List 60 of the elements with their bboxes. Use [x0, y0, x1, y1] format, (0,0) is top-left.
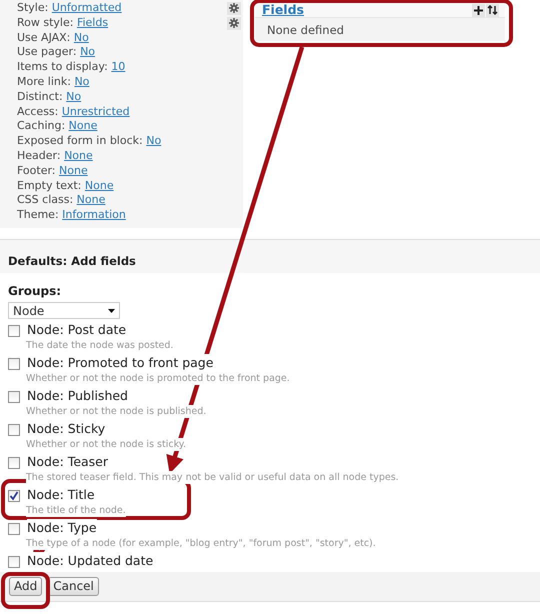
field-description: The title of the node.: [26, 504, 126, 517]
setting-link[interactable]: None: [59, 164, 88, 179]
checkbox[interactable]: [8, 490, 20, 502]
empty-text: None defined: [266, 22, 345, 39]
field-description: Whether or not the node is sticky.: [26, 438, 186, 451]
cancel-button[interactable]: Cancel: [48, 577, 99, 596]
checkbox[interactable]: [8, 456, 20, 468]
setting-label: CSS class:: [17, 193, 74, 208]
setting-label: Use pager:: [17, 45, 78, 60]
setting-link[interactable]: None: [76, 193, 106, 208]
setting-label: Items to display:: [17, 60, 109, 75]
field-description: The type of a node (for example, "blog entry", "forum post", "story", etc).: [26, 537, 376, 550]
setting-link[interactable]: No: [74, 74, 90, 90]
panel-title-link[interactable]: Fields: [255, 0, 304, 20]
setting-label: Access:: [17, 104, 60, 120]
field-description: Whether or not the node is promoted to the front page.: [26, 372, 290, 385]
field-description: Whether or not the node is published.: [26, 405, 206, 418]
setting-label: Theme:: [17, 208, 60, 223]
setting-label: Distinct:: [17, 90, 64, 105]
setting-label: Row style:: [17, 16, 74, 31]
checkbox[interactable]: [8, 424, 20, 436]
field-description: The date the node was posted.: [26, 339, 174, 352]
field-option-label[interactable]: Node: Promoted to front page: [27, 354, 214, 373]
add-icon[interactable]: [472, 4, 485, 16]
setting-label: Empty text:: [17, 178, 82, 194]
setting-link[interactable]: No: [66, 90, 82, 105]
setting-link[interactable]: Unrestricted: [62, 104, 130, 120]
setting-link[interactable]: No: [146, 134, 162, 149]
setting-label: More link:: [17, 74, 72, 90]
checkbox[interactable]: [8, 556, 20, 568]
checkbox[interactable]: [8, 522, 20, 534]
setting-link[interactable]: Information: [62, 208, 126, 223]
setting-label: Caching:: [17, 119, 66, 134]
checkbox[interactable]: [8, 324, 20, 336]
setting-link[interactable]: Fields: [76, 16, 108, 31]
settings-icon[interactable]: [227, 16, 241, 30]
annotation-box: [1, 572, 50, 609]
section-heading: Defaults: Add fields: [8, 254, 136, 268]
setting-link[interactable]: Unformatted: [52, 1, 122, 16]
checkbox[interactable]: [8, 390, 20, 402]
setting-link[interactable]: None: [84, 178, 114, 194]
field-description: The stored teaser field. This may not be valid or useful data on all node types.: [26, 471, 399, 484]
groups-label: Groups:: [8, 283, 62, 300]
rearrange-icon[interactable]: [486, 4, 499, 16]
groups-dropdown[interactable]: Node: [8, 302, 120, 319]
setting-label: Use AJAX:: [17, 30, 72, 46]
add-button[interactable]: Add: [9, 577, 42, 596]
setting-label: Exposed form in block:: [17, 134, 144, 149]
setting-label: Header:: [17, 148, 62, 164]
caret-icon: [108, 308, 115, 312]
setting-link[interactable]: No: [74, 30, 89, 46]
setting-link[interactable]: 10: [111, 60, 126, 75]
setting-link[interactable]: None: [68, 119, 98, 134]
setting-label: Style:: [17, 1, 50, 16]
field-option-label[interactable]: Node: Updated date: [27, 552, 154, 571]
checkbox[interactable]: [8, 358, 20, 370]
settings-icon[interactable]: [227, 2, 241, 15]
setting-label: Footer:: [17, 164, 57, 179]
setting-link[interactable]: None: [64, 148, 93, 164]
setting-link[interactable]: No: [80, 45, 96, 60]
